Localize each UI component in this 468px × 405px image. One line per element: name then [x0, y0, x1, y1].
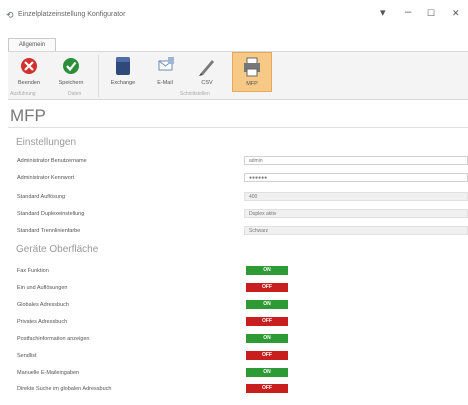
group-label-daten: Daten	[68, 91, 82, 97]
app-icon: ⟲	[6, 10, 14, 20]
mfp-label: MFP	[246, 81, 258, 87]
title-divider	[8, 127, 468, 128]
page-title: MFP	[10, 106, 46, 125]
fax-function-toggle[interactable]: ON	[246, 266, 288, 275]
printer-icon	[244, 57, 260, 77]
global-addressbook-toggle[interactable]: ON	[246, 300, 288, 309]
admin-password-label: Administrator Kennwort	[17, 175, 75, 181]
close-circle-icon	[21, 58, 37, 74]
menu-dropdown-icon[interactable]: ▾	[380, 6, 386, 19]
direct-search-toggle[interactable]: OFF	[246, 384, 288, 393]
separator-color-field[interactable]: Schwarz	[244, 226, 468, 235]
admin-password-field[interactable]: ●●●●●●	[244, 173, 468, 182]
resolutions-toggle[interactable]: OFF	[246, 283, 288, 292]
sendlist-toggle[interactable]: OFF	[246, 351, 288, 360]
duplex-field[interactable]: Duplex aktiv	[244, 209, 468, 218]
section-title-device-ui: Geräte Oberfläche	[16, 244, 99, 255]
section-title-settings: Einstellungen	[16, 137, 77, 148]
ribbon-separator	[98, 55, 99, 97]
group-label-schnittstellen: Schnittstellen	[180, 91, 210, 97]
pen-icon	[199, 60, 214, 76]
envelope-icon	[158, 57, 174, 71]
email-button[interactable]: E-Mail	[146, 52, 184, 90]
restore-button[interactable]: ☐	[427, 8, 435, 19]
beenden-button[interactable]: Beenden	[10, 52, 48, 90]
direct-search-label: Direkte Suche im globalen Adressbuch	[17, 386, 112, 392]
manual-email-toggle[interactable]: ON	[246, 368, 288, 377]
ribbon-toolbar: Beenden Speichern Exchange E-Mail CSV MF…	[8, 51, 468, 100]
duplex-label: Standard Duplexeinstellung	[17, 211, 85, 217]
separator-color-label: Standard Trennlinienfarbe	[17, 228, 81, 234]
csv-button[interactable]: CSV	[188, 52, 226, 90]
title-bar: ⟲ Einzelplatzeinstellung Konfigurator ▾ …	[0, 0, 468, 30]
resolution-label: Standard Auflösung	[17, 194, 66, 200]
manual-email-label: Manuelle E-Maileingaben	[17, 370, 80, 376]
server-icon	[116, 57, 130, 75]
exchange-label: Exchange	[110, 80, 136, 86]
exchange-button[interactable]: Exchange	[104, 52, 142, 90]
minimize-button[interactable]: –	[405, 6, 411, 18]
admin-username-field[interactable]: admin	[244, 156, 468, 165]
mailbox-info-toggle[interactable]: ON	[246, 334, 288, 343]
tab-allgemein[interactable]: Allgemein	[8, 38, 56, 52]
private-addressbook-toggle[interactable]: OFF	[246, 317, 288, 326]
mfp-button[interactable]: MFP	[232, 52, 272, 92]
global-addressbook-label: Globales Adressbuch	[17, 302, 69, 308]
sendlist-label: Sendlist	[17, 353, 37, 359]
close-window-button[interactable]: ✕	[452, 8, 460, 19]
speichern-label: Speichern	[58, 80, 84, 86]
csv-label: CSV	[201, 80, 213, 86]
fax-function-label: Fax Funktion	[17, 268, 49, 274]
check-circle-icon	[63, 58, 79, 74]
group-label-ausfuehrung: Ausführung	[10, 91, 36, 97]
admin-username-label: Administrator Benutzername	[17, 158, 87, 164]
beenden-label: Beenden	[17, 80, 41, 86]
window-title: Einzelplatzeinstellung Konfigurator	[18, 11, 126, 18]
mailbox-info-label: Postfachinformation anzeigen	[17, 336, 90, 342]
resolutions-label: Ein und Auflösungen	[17, 285, 68, 291]
resolution-field[interactable]: 400	[244, 192, 468, 201]
private-addressbook-label: Privates Adressbuch	[17, 319, 68, 325]
speichern-button[interactable]: Speichern	[52, 52, 90, 90]
email-label: E-Mail	[157, 80, 173, 86]
